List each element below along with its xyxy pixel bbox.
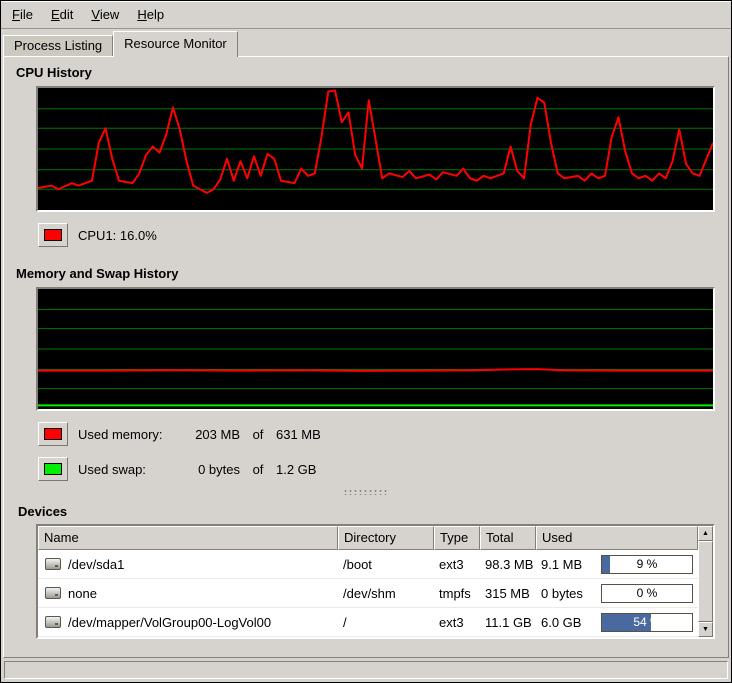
used-swap-label: Used swap: xyxy=(78,462,178,477)
device-directory: /dev/shm xyxy=(338,586,434,601)
tab-resource-monitor[interactable]: Resource Monitor xyxy=(113,31,238,57)
used-swap-of: of xyxy=(240,462,276,477)
device-used-progressbar: 54 % xyxy=(601,613,693,632)
device-type: ext3 xyxy=(434,615,480,630)
menu-help[interactable]: Help xyxy=(128,2,173,27)
system-monitor-window: File Edit View Help Process Listing Reso… xyxy=(0,0,732,683)
device-used-percent: 54 % xyxy=(602,614,692,631)
menu-bar: File Edit View Help xyxy=(1,1,731,29)
scroll-up-button[interactable]: ▲ xyxy=(698,526,713,541)
device-type: ext3 xyxy=(434,557,480,572)
devices-rows: /dev/sda1 /boot ext3 98.3 MB 9.1 MB 9 % … xyxy=(38,550,698,637)
used-memory-legend: Used memory: 203 MB of 631 MB xyxy=(38,421,715,447)
used-memory-label: Used memory: xyxy=(78,427,178,442)
memory-swap-title: Memory and Swap History xyxy=(16,266,715,281)
menu-edit[interactable]: Edit xyxy=(42,2,82,27)
device-name: /dev/mapper/VolGroup00-LogVol00 xyxy=(68,615,271,630)
menu-file[interactable]: File xyxy=(3,2,42,27)
column-header-total[interactable]: Total xyxy=(480,526,536,550)
device-type: tmpfs xyxy=(434,586,480,601)
device-used: 9.1 MB xyxy=(536,557,596,572)
memory-swap-chart xyxy=(36,287,715,411)
device-used-progressbar: 0 % xyxy=(601,584,693,603)
column-header-used[interactable]: Used xyxy=(536,526,698,550)
memory-color-button[interactable] xyxy=(38,422,68,446)
devices-table-header: Name Directory Type Total Used xyxy=(38,526,698,550)
drive-icon xyxy=(45,558,61,570)
device-total: 315 MB xyxy=(480,586,536,601)
device-total: 98.3 MB xyxy=(480,557,536,572)
swap-color-swatch xyxy=(44,463,62,475)
drive-icon xyxy=(45,587,61,599)
scrollbar-thumb[interactable] xyxy=(698,541,713,622)
table-row[interactable]: /dev/sda1 /boot ext3 98.3 MB 9.1 MB 9 % xyxy=(38,550,698,579)
swap-color-button[interactable] xyxy=(38,457,68,481)
column-header-directory[interactable]: Directory xyxy=(338,526,434,550)
scroll-down-button[interactable]: ▼ xyxy=(698,622,713,637)
device-total: 11.1 GB xyxy=(480,615,536,630)
up-arrow-icon: ▲ xyxy=(702,530,709,537)
menu-view[interactable]: View xyxy=(82,2,128,27)
cpu-legend-label: CPU1: 16.0% xyxy=(78,228,157,243)
device-directory: /boot xyxy=(338,557,434,572)
cpu-legend: CPU1: 16.0% xyxy=(38,222,715,248)
tab-process-listing[interactable]: Process Listing xyxy=(3,35,113,56)
total-swap-value: 1.2 GB xyxy=(276,462,316,477)
devices-scrollbar[interactable]: ▲ ▼ xyxy=(698,526,713,637)
status-bar-frame xyxy=(4,661,728,679)
devices-title: Devices xyxy=(18,504,715,519)
device-name: none xyxy=(68,586,97,601)
memory-color-swatch xyxy=(44,428,62,440)
device-used: 6.0 GB xyxy=(536,615,596,630)
tab-bar: Process Listing Resource Monitor xyxy=(1,29,731,56)
device-used-progressbar: 9 % xyxy=(601,555,693,574)
used-memory-value: 203 MB xyxy=(178,427,240,442)
total-memory-value: 631 MB xyxy=(276,427,321,442)
device-used-percent: 0 % xyxy=(602,585,692,602)
cpu-history-chart xyxy=(36,86,715,212)
devices-table: Name Directory Type Total Used /dev/sda1… xyxy=(36,524,715,639)
table-row[interactable]: none /dev/shm tmpfs 315 MB 0 bytes 0 % xyxy=(38,579,698,608)
used-memory-of: of xyxy=(240,427,276,442)
status-bar xyxy=(1,658,731,682)
device-used: 0 bytes xyxy=(536,586,596,601)
table-row[interactable]: /dev/mapper/VolGroup00-LogVol00 / ext3 1… xyxy=(38,608,698,637)
cpu-color-button[interactable] xyxy=(38,223,68,247)
cpu-history-title: CPU History xyxy=(16,65,715,80)
down-arrow-icon: ▼ xyxy=(702,626,709,633)
cpu-color-swatch xyxy=(44,229,62,241)
column-header-name[interactable]: Name xyxy=(38,526,338,550)
column-header-type[interactable]: Type xyxy=(434,526,480,550)
pane-resize-handle[interactable] xyxy=(343,488,389,495)
used-swap-value: 0 bytes xyxy=(178,462,240,477)
resource-monitor-panel: CPU History CPU1: 16.0% Memory and Swap … xyxy=(3,56,729,658)
device-directory: / xyxy=(338,615,434,630)
device-name: /dev/sda1 xyxy=(68,557,124,572)
used-swap-legend: Used swap: 0 bytes of 1.2 GB xyxy=(38,456,715,482)
drive-icon xyxy=(45,616,61,628)
device-used-percent: 9 % xyxy=(602,556,692,573)
